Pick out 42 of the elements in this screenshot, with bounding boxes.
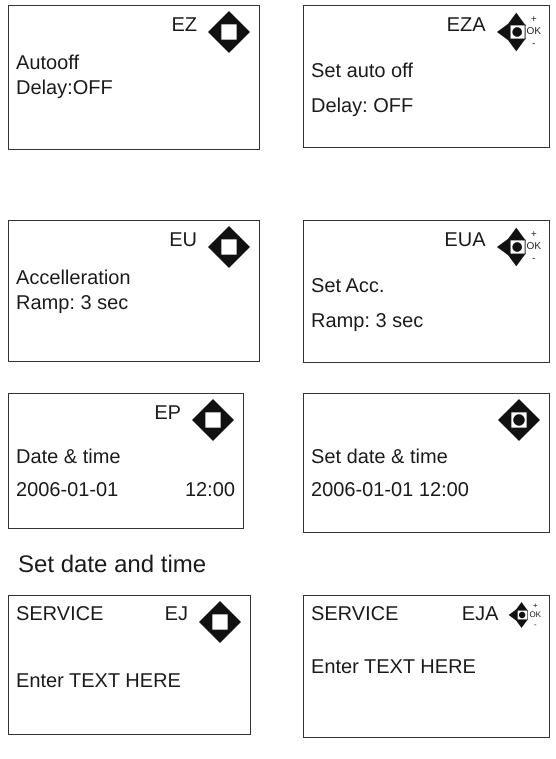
screen-text: Accelleration <box>16 267 131 290</box>
screen-text: Autooff <box>16 52 80 75</box>
ok-label: OK <box>529 610 541 620</box>
screen-code: EZA <box>446 14 486 37</box>
minus-label: - <box>532 253 536 265</box>
screen-code: EP <box>154 402 181 425</box>
screen-text: Set Acc. <box>311 275 384 298</box>
screen-code: EUA <box>444 229 486 252</box>
screen-code: EU <box>169 229 197 252</box>
direction-pad-icon <box>496 225 526 269</box>
direction-pad-icon <box>496 10 526 54</box>
minus-label: - <box>534 620 537 630</box>
screen-text: Delay: OFF <box>311 95 414 118</box>
screen-text: Date & time <box>16 446 120 469</box>
direction-pad-icon <box>207 225 251 269</box>
plus-label: + <box>530 229 537 241</box>
screen-text: Ramp: 3 sec <box>311 310 424 333</box>
direction-pad-icon <box>191 398 235 442</box>
screen-code: EZ <box>171 14 197 37</box>
screen-text: 12:00 <box>184 479 235 502</box>
screen-title: SERVICE <box>16 603 104 626</box>
direction-pad-icon <box>198 600 242 644</box>
direction-pad-icon <box>207 10 251 54</box>
screen-text: Set date & time <box>311 446 448 469</box>
minus-label: - <box>532 38 536 50</box>
ok-label: OK <box>526 26 541 38</box>
screen-text: Enter TEXT HERE <box>16 670 181 693</box>
screen-text: 2006-01-01 <box>16 479 118 502</box>
screen-text: Set auto off <box>311 60 413 83</box>
ok-label: OK <box>526 241 541 253</box>
plus-label: + <box>530 14 537 26</box>
screen-text: 2006-01-01 12:00 <box>311 479 469 502</box>
screen-code: EJ <box>164 603 188 626</box>
screen-text: Ramp: 3 sec <box>16 292 128 315</box>
direction-pad-icon <box>497 398 541 442</box>
screen-text: Delay:OFF <box>16 77 113 100</box>
screen-text: Enter TEXT HERE <box>311 656 476 679</box>
plus-label: + <box>532 600 538 610</box>
screen-title: SERVICE <box>311 603 398 626</box>
direction-pad-icon <box>508 600 528 630</box>
section-heading: Set date and time <box>18 551 208 579</box>
screen-code: EJA <box>462 603 498 626</box>
